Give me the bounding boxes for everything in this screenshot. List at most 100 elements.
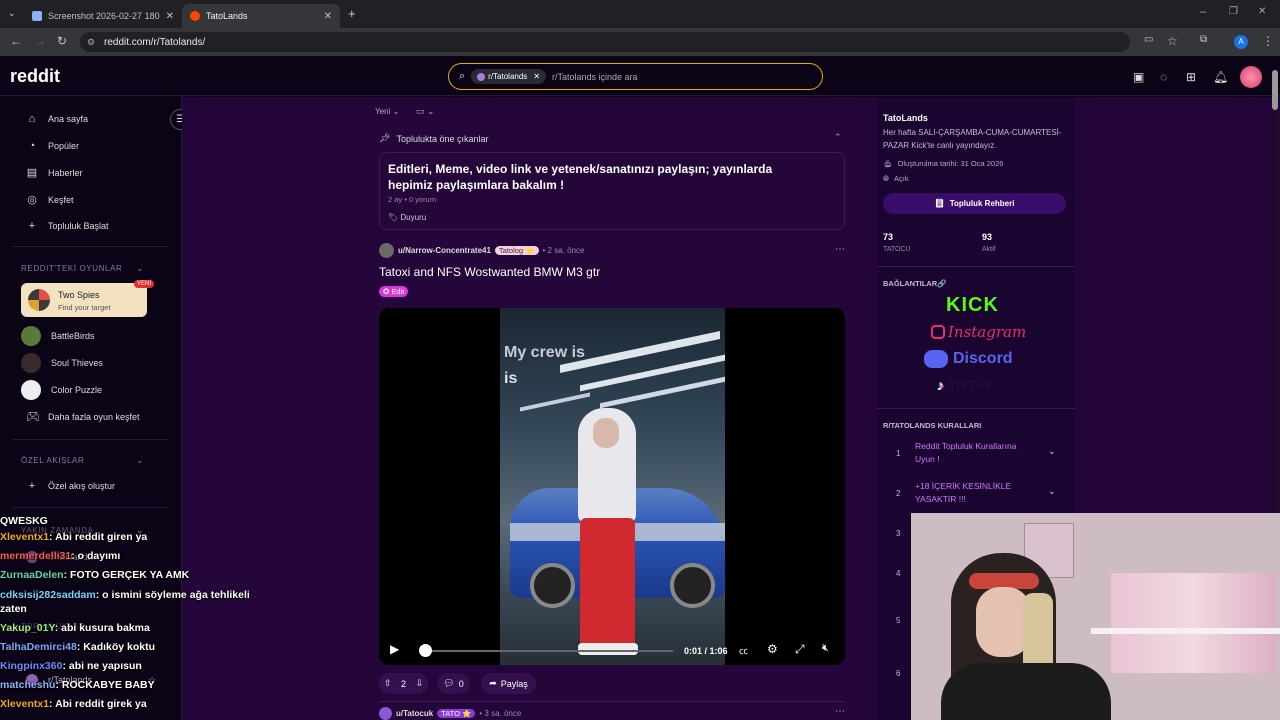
tiktok-link[interactable]: ♪ TikTok [937, 377, 992, 393]
chat-username: ZurnaaDelen [0, 569, 64, 581]
extensions-icon[interactable]: ⧉ [1200, 34, 1207, 45]
close-tab-icon[interactable]: ✕ [324, 11, 332, 22]
rule-number: 6 [896, 669, 901, 678]
create-post-icon[interactable]: ⊞ [1186, 70, 1196, 84]
post-title[interactable]: Tatoxi and NFS Wostwanted BMW M3 gtr [379, 265, 600, 279]
instagram-icon [931, 325, 945, 339]
video-progress-track[interactable] [425, 650, 673, 652]
chat-username: Kingpinx360 [0, 660, 63, 672]
post-author[interactable]: u/Narrow-Concentrate41 [398, 246, 491, 255]
rule-number: 5 [896, 616, 901, 625]
gamepad-icon: 🎮︎ [26, 411, 40, 423]
two-spies-promo[interactable]: Two Spies Find your target [21, 283, 147, 317]
post-header: u/Narrow-Concentrate41 Tatolog ⭐ • 2 sa.… [379, 243, 584, 258]
bookmark-star-icon[interactable]: ☆ [1167, 34, 1178, 48]
nav-home[interactable]: ⌂ Ana sayfa [26, 113, 88, 125]
notifications-icon[interactable]: 🔔︎ [1213, 70, 1228, 84]
post-author[interactable]: u/Tatocuk [396, 709, 433, 718]
chat-message: cdksisij282saddam: o ismini söyleme ağa … [0, 589, 250, 615]
settings-gear-icon[interactable]: ⚙ [767, 642, 778, 656]
browser-menu-icon[interactable]: ⋮ [1262, 34, 1274, 48]
tab-list-button[interactable]: ⌄ [8, 8, 16, 19]
view-toggle-icon[interactable]: ▭ ⌄ [416, 106, 435, 117]
play-icon[interactable]: ▶ [390, 642, 399, 656]
close-window-icon[interactable]: ✕ [1258, 6, 1266, 17]
user-avatar[interactable] [1240, 66, 1262, 88]
pinned-post-card[interactable]: Editleri, Meme, video link ve yetenek/sa… [379, 152, 845, 230]
scrollbar-thumb[interactable] [1272, 70, 1278, 110]
community-guide-button[interactable]: 📘︎ Topluluk Rehberi [883, 193, 1066, 214]
chevron-up-icon[interactable]: ⌃ [834, 132, 842, 143]
nav-popular[interactable]: ◔ Popüler [26, 140, 79, 152]
create-custom-feed[interactable]: + Özel akış oluştur [26, 480, 115, 492]
person-face [593, 418, 619, 448]
reddit-logo[interactable]: reddit [10, 66, 60, 87]
captions-icon[interactable]: ㏄ [739, 644, 748, 657]
nav-start-community[interactable]: + Topluluk Başlat [26, 220, 109, 232]
chevron-down-icon[interactable]: ⌄ [136, 455, 144, 466]
chat-message: Kingpinx360: abi ne yapısun [0, 660, 142, 672]
remove-chip-icon[interactable]: ✕ [533, 72, 540, 81]
mute-icon[interactable]: 🔇︎ [822, 642, 829, 655]
fullscreen-icon[interactable]: ⤢ [795, 642, 805, 657]
chevron-down-icon[interactable]: ⌄ [136, 263, 144, 274]
chat-username: Xleventx1 [0, 698, 50, 710]
announcement-tag: 🏷︎ Duyuru [388, 213, 427, 222]
author-avatar[interactable] [379, 243, 394, 258]
author-avatar[interactable] [379, 707, 392, 720]
site-info-icon[interactable]: ⚙ [87, 37, 95, 48]
browser-tab-screenshot[interactable]: Screenshot 2026-02-27 18051 ✕ [24, 4, 182, 28]
new-tab-button[interactable]: + [348, 6, 356, 21]
pinned-post-meta: 2 ay • 0 yorum [388, 195, 437, 204]
minimize-window-icon[interactable]: – [1200, 6, 1206, 18]
explore-icon: ◎ [27, 194, 37, 206]
chat-username: cdksisij282saddam [0, 589, 96, 601]
close-tab-icon[interactable]: ✕ [166, 11, 174, 22]
highlights-header[interactable]: 📌︎ Toplulukta öne çıkanlar [379, 133, 489, 144]
nav-explore[interactable]: ◎ Keşfet [26, 193, 73, 206]
rules-header: R/TATOLANDS KURALLARI [883, 421, 982, 430]
nav-news[interactable]: ▤ Haberler [26, 166, 83, 179]
rule-number: 4 [896, 569, 901, 578]
install-app-icon[interactable]: ▭ [1144, 34, 1153, 45]
discord-link[interactable]: Discord [924, 350, 1013, 368]
search-bar[interactable]: ⌕ r/Tatolands ✕ r/Tatolands içinde ara [448, 63, 823, 90]
custom-feeds-header[interactable]: ÖZEL AKIŞLAR [21, 456, 84, 465]
webcam-overlay [911, 513, 1280, 720]
post-options-icon[interactable]: ⋯ [835, 706, 845, 717]
post-options-icon[interactable]: ⋯ [835, 244, 845, 255]
game-color-puzzle[interactable]: Color Puzzle [21, 380, 102, 400]
forward-icon[interactable]: → [34, 34, 46, 48]
restore-window-icon[interactable]: ❐ [1229, 6, 1238, 17]
post-time: • 3 sa. önce [479, 709, 522, 718]
reload-icon[interactable]: ↻ [57, 34, 67, 48]
profile-avatar[interactable]: A [1234, 35, 1248, 49]
chat-header: QWESKG [0, 515, 48, 527]
comments-button[interactable]: 💬︎ 0 [437, 673, 470, 694]
share-button[interactable]: ➦ Paylaş [481, 673, 536, 694]
kick-link[interactable]: KICK [946, 294, 999, 317]
sort-dropdown[interactable]: Yeni ⌄ [375, 107, 399, 116]
downvote-icon[interactable]: ⇩ [416, 678, 424, 689]
vote-count: 2 [400, 678, 406, 689]
game-battlebirds[interactable]: BattleBirds [21, 326, 95, 346]
ceiling-lights [520, 392, 590, 412]
back-icon[interactable]: ← [10, 34, 22, 48]
explore-more-games[interactable]: 🎮︎ Daha fazla oyun keşfet [26, 410, 140, 423]
video-progress-handle[interactable] [419, 644, 432, 657]
search-community-chip[interactable]: r/Tatolands ✕ [471, 69, 547, 84]
cake-icon: 🎂︎ [883, 159, 893, 168]
next-post-header: u/Tatocuk TATO ⭐ • 3 sa. önce [379, 707, 521, 720]
browser-tab-tatolands[interactable]: TatoLands ✕ [182, 4, 340, 28]
post-flair-tag[interactable]: ✪ Edit [379, 286, 409, 297]
chat-icon[interactable]: ◌ [1160, 70, 1167, 84]
address-bar[interactable]: ⚙ reddit.com/r/Tatolands/ [80, 32, 1130, 52]
upvote-icon[interactable]: ⇧ [384, 678, 392, 689]
divider [12, 246, 169, 247]
pinned-post-title[interactable]: Editleri, Meme, video link ve yetenek/sa… [388, 161, 818, 193]
advertise-icon[interactable]: ▣ [1133, 70, 1144, 84]
instagram-link[interactable]: Instagram [931, 323, 1026, 341]
game-soul-thieves[interactable]: Soul Thieves [21, 353, 103, 373]
plus-icon: + [28, 480, 36, 492]
games-section-header[interactable]: REDDIT'TEKİ OYUNLAR [21, 264, 122, 273]
